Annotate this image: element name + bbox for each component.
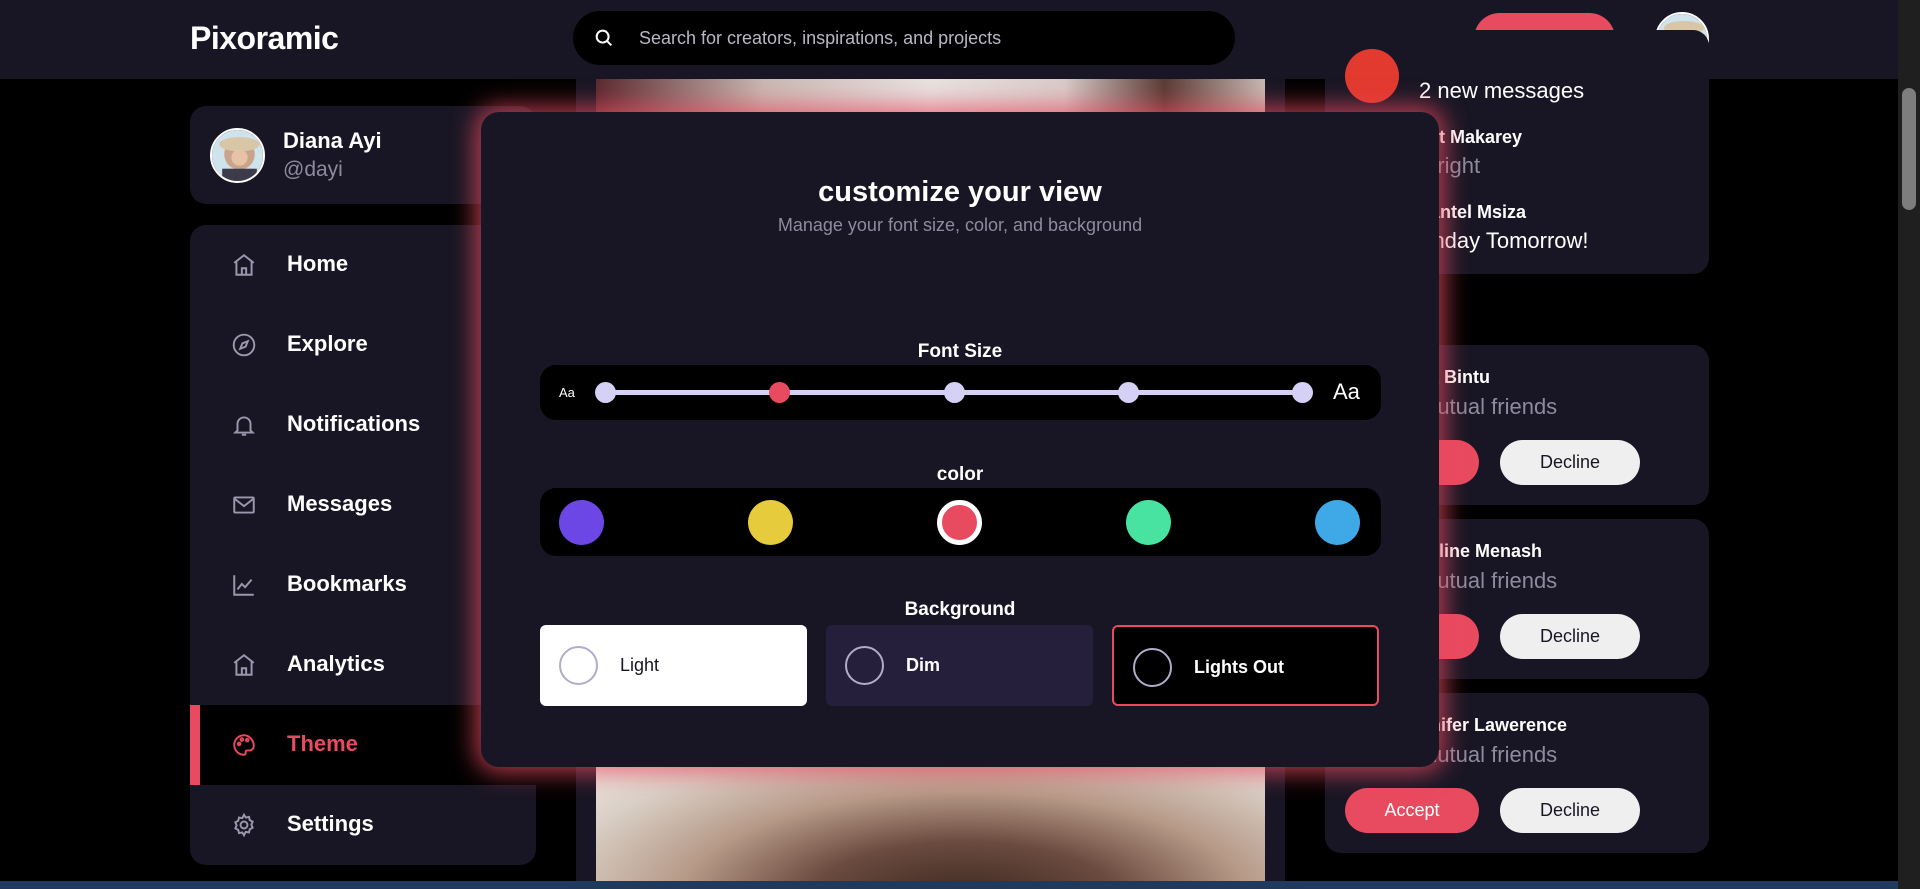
search-input[interactable]: Search for creators, inspirations, and p… bbox=[639, 28, 1001, 49]
sidebar-item-label: Theme bbox=[287, 731, 358, 756]
radio-circle[interactable] bbox=[559, 646, 598, 685]
background-option-label: Light bbox=[620, 655, 660, 675]
accept-button[interactable]: Accept bbox=[1345, 788, 1479, 833]
avatar bbox=[1345, 49, 1399, 103]
font-size-label: Font Size bbox=[917, 341, 1003, 362]
color-swatch[interactable] bbox=[1315, 500, 1360, 545]
sidebar-item-label: Bookmarks bbox=[287, 571, 407, 596]
request-name[interactable]: nnifer Lawerence bbox=[1419, 715, 1567, 736]
font-size-picker: Aa Aa bbox=[540, 365, 1381, 420]
bell-icon bbox=[232, 416, 256, 436]
message-preview: rthday Tomorrow! bbox=[1419, 228, 1589, 253]
compass-icon bbox=[232, 333, 256, 357]
background-label: Background bbox=[904, 599, 1016, 620]
post-image[interactable] bbox=[596, 760, 1265, 889]
customize-theme-modal: customize your view Manage your font siz… bbox=[481, 112, 1439, 767]
font-size-step[interactable] bbox=[1292, 382, 1313, 403]
background-option-dim[interactable]: Dim bbox=[826, 625, 1093, 706]
chart-line-icon bbox=[233, 575, 254, 596]
sidebar-item-label: Analytics bbox=[287, 651, 385, 676]
font-size-step[interactable] bbox=[595, 382, 616, 403]
avatar-image bbox=[212, 130, 263, 181]
color-picker bbox=[540, 488, 1381, 556]
font-size-step[interactable] bbox=[1117, 382, 1139, 403]
font-size-step[interactable] bbox=[769, 382, 791, 403]
modal-subtitle: Manage your font size, color, and backgr… bbox=[777, 215, 1143, 235]
app-logo[interactable]: Pixoramic bbox=[190, 20, 339, 57]
home-icon bbox=[233, 254, 255, 276]
page-scrollbar[interactable] bbox=[1898, 0, 1920, 889]
scrollbar-thumb[interactable] bbox=[1902, 88, 1916, 210]
avatar bbox=[210, 128, 265, 183]
request-mutual-friends: mutual friends bbox=[1419, 394, 1558, 419]
background-option-light[interactable]: Light bbox=[540, 625, 807, 706]
gear-icon bbox=[234, 812, 254, 838]
mail-icon bbox=[233, 496, 255, 514]
background-option-label: Dim bbox=[906, 655, 941, 675]
color-label: color bbox=[936, 464, 984, 485]
new-messages-count[interactable]: 2 new messages bbox=[1419, 78, 1584, 104]
palette-icon bbox=[233, 734, 255, 756]
radio-circle[interactable] bbox=[1133, 648, 1172, 687]
request-mutual-friends: mutual friends bbox=[1419, 742, 1558, 767]
background-option-lights-out[interactable]: Lights Out bbox=[1112, 625, 1379, 706]
profile-handle: @dayi bbox=[283, 158, 343, 181]
sidebar-item-label: Explore bbox=[287, 331, 368, 356]
taskbar-edge bbox=[0, 881, 1898, 889]
sidebar-item-settings[interactable]: Settings bbox=[190, 785, 536, 865]
sidebar-item-label: Messages bbox=[287, 491, 393, 516]
search-bar[interactable]: Search for creators, inspirations, and p… bbox=[573, 11, 1235, 65]
request-mutual-friends: mutual friends bbox=[1419, 568, 1558, 593]
font-size-step[interactable] bbox=[943, 382, 965, 403]
color-swatch[interactable] bbox=[559, 500, 604, 545]
radio-circle[interactable] bbox=[845, 646, 884, 685]
decline-button[interactable]: Decline bbox=[1500, 614, 1640, 659]
decline-button[interactable]: Decline bbox=[1500, 788, 1640, 833]
sidebar-item-label: Home bbox=[287, 251, 349, 276]
sidebar-item-label: Settings bbox=[287, 811, 374, 836]
search-icon bbox=[595, 29, 613, 47]
color-swatch[interactable] bbox=[937, 500, 982, 545]
home-icon bbox=[233, 654, 255, 676]
color-swatch[interactable] bbox=[1126, 500, 1171, 545]
decline-button[interactable]: Decline bbox=[1500, 440, 1640, 485]
font-large-label: Aa bbox=[1333, 379, 1360, 404]
profile-name: Diana Ayi bbox=[283, 128, 382, 153]
sidebar-item-label: Notifications bbox=[287, 411, 421, 436]
color-swatch[interactable] bbox=[748, 500, 793, 545]
font-small-label: Aa bbox=[559, 385, 575, 400]
background-option-label: Lights Out bbox=[1194, 657, 1284, 677]
modal-title: customize your view bbox=[818, 176, 1102, 208]
